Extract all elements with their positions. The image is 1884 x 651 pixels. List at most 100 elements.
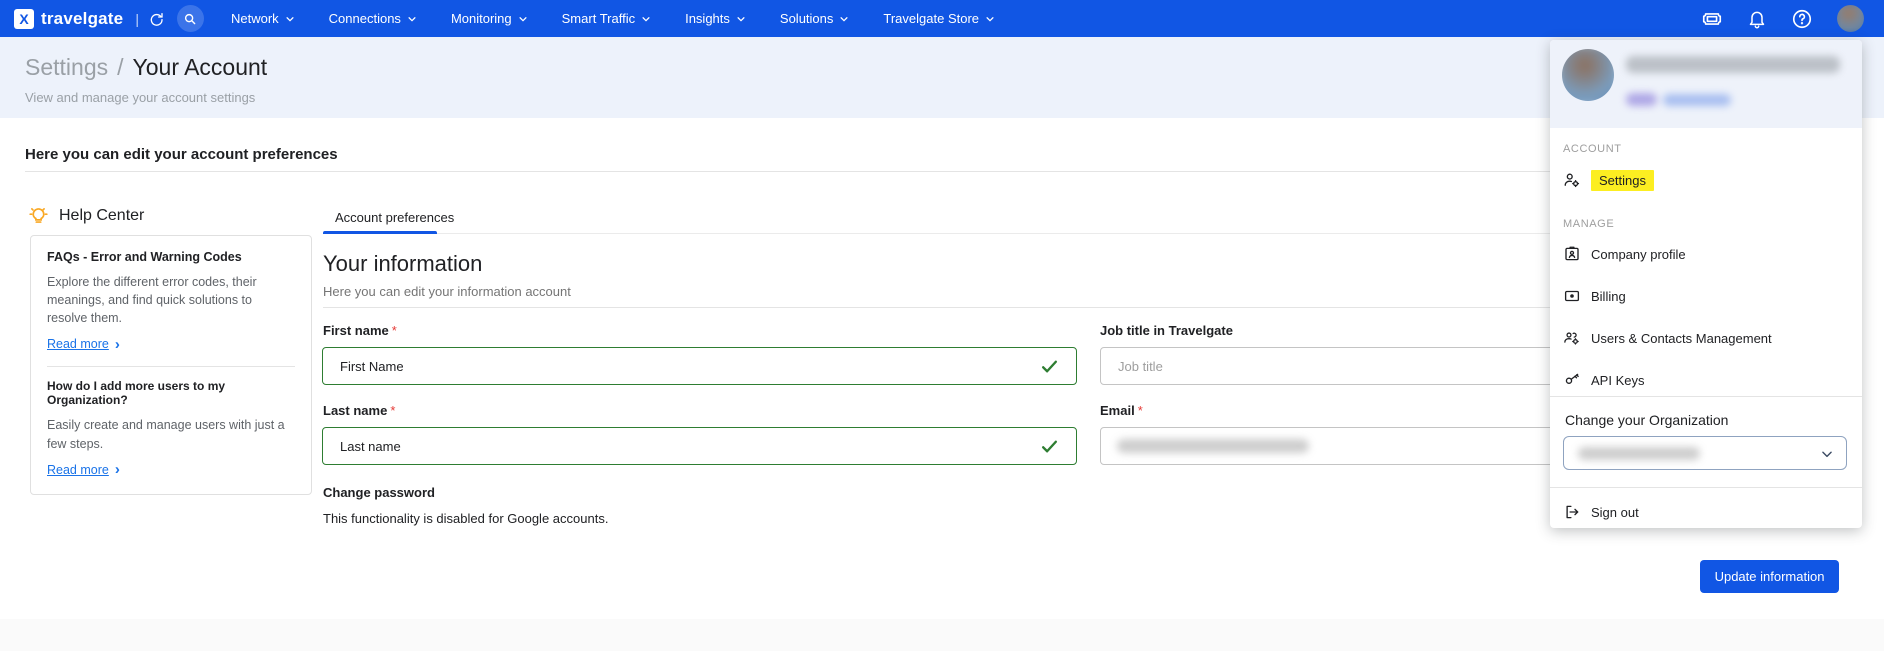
avatar-blurred-image	[1562, 49, 1614, 101]
read-more-label: Read more	[47, 462, 109, 477]
change-organization-label: Change your Organization	[1565, 412, 1729, 428]
travelgate-logo-icon: X	[14, 8, 34, 29]
help-article: How do I add more users to my Organizati…	[47, 379, 295, 478]
divider	[47, 366, 295, 368]
nav-item-smart-traffic[interactable]: Smart Traffic	[545, 0, 668, 37]
chevron-down-icon	[840, 16, 848, 22]
chevron-down-icon	[408, 16, 416, 22]
help-center-panel: FAQs - Error and Warning Codes Explore t…	[30, 235, 312, 495]
brand-separator: |	[135, 10, 139, 27]
nav-item-monitoring[interactable]: Monitoring	[434, 0, 545, 37]
brand-name: travelgate	[41, 8, 124, 28]
nav-item-label: Network	[230, 11, 279, 26]
travelgate-logo[interactable]: X travelgate |	[14, 8, 164, 29]
help-center-label: Help Center	[59, 206, 145, 224]
account-panel-header	[1550, 40, 1862, 128]
chevron-down-icon	[737, 16, 745, 22]
nav-item-label: Smart Traffic	[561, 11, 636, 26]
avatar	[1562, 49, 1614, 101]
read-more-label: Read more	[47, 337, 109, 352]
help-article-title: FAQs - Error and Warning Codes	[47, 250, 242, 264]
active-tab-indicator	[323, 231, 437, 234]
ticket-button[interactable]	[1701, 8, 1723, 30]
read-more-link[interactable]: Read more ›	[47, 337, 120, 352]
top-nav: X travelgate | Network Connections Monit…	[0, 0, 1884, 37]
nav-item-network[interactable]: Network	[214, 0, 312, 37]
user-avatar[interactable]	[1837, 5, 1864, 32]
divider	[1550, 396, 1862, 397]
ticket-icon	[1702, 12, 1722, 25]
menu-item-label: Users & Contacts Management	[1591, 330, 1772, 346]
first-name-label: First name *	[323, 323, 397, 338]
nav-item-connections[interactable]: Connections	[312, 0, 434, 37]
change-password-label: Change password	[323, 485, 435, 500]
breadcrumb-separator: /	[117, 54, 124, 80]
api-key-icon	[1563, 371, 1581, 389]
last-name-field[interactable]	[322, 427, 1077, 465]
menu-item-label: Company profile	[1591, 246, 1686, 262]
change-password-note: This functionality is disabled for Googl…	[323, 511, 609, 526]
menu-item-sign-out[interactable]: Sign out	[1563, 498, 1639, 526]
last-name-label: Last name *	[323, 403, 396, 418]
lightbulb-icon	[29, 208, 48, 223]
nav-right-actions	[1701, 5, 1870, 32]
update-information-button[interactable]: Update information	[1700, 560, 1839, 593]
app-root: X travelgate | Network Connections Monit…	[0, 0, 1884, 651]
user-link-redacted[interactable]	[1663, 94, 1731, 106]
help-article-title: How do I add more users to my Organizati…	[47, 379, 226, 408]
company-profile-icon	[1563, 245, 1581, 263]
settings-person-icon	[1563, 171, 1581, 189]
page-title: Your Account	[132, 54, 268, 80]
search-button[interactable]	[176, 5, 204, 32]
chevron-down-icon	[1822, 451, 1832, 458]
account-dropdown-panel: ACCOUNT Settings MANAGE Company profile …	[1550, 40, 1862, 528]
first-name-field[interactable]	[322, 347, 1077, 385]
notifications-button[interactable]	[1747, 9, 1767, 29]
menu-item-label: Sign out	[1591, 504, 1639, 520]
email-label: Email *	[1100, 403, 1143, 418]
breadcrumb: Settings / Your Account	[25, 54, 267, 81]
nav-item-solutions[interactable]: Solutions	[763, 0, 866, 37]
nav-item-label: Solutions	[779, 11, 834, 26]
sign-out-icon	[1563, 503, 1581, 521]
breadcrumb-settings[interactable]: Settings	[25, 54, 108, 81]
help-center-title: Help Center	[28, 205, 144, 226]
menu-item-company-profile[interactable]: Company profile	[1563, 240, 1686, 268]
chevron-down-icon	[642, 16, 650, 22]
form-title: Your information	[323, 251, 483, 276]
chevron-right-icon: ›	[114, 335, 120, 353]
section-label-manage: MANAGE	[1563, 218, 1615, 230]
bell-icon	[1749, 11, 1765, 28]
travelgate-connect-icon	[148, 11, 164, 27]
billing-icon	[1563, 287, 1581, 305]
menu-item-users-contacts[interactable]: Users & Contacts Management	[1563, 324, 1772, 352]
nav-item-label: Monitoring	[450, 11, 512, 26]
help-button[interactable]	[1791, 8, 1813, 30]
read-more-link[interactable]: Read more ›	[47, 462, 120, 477]
organization-value-redacted	[1578, 447, 1700, 460]
avatar-blurred-image	[1837, 5, 1864, 32]
menu-item-label: API Keys	[1591, 372, 1645, 388]
help-article-body: Explore the different error codes, their…	[47, 275, 257, 326]
nav-item-insights[interactable]: Insights	[668, 0, 763, 37]
menu-item-api-keys[interactable]: API Keys	[1563, 366, 1644, 394]
tab-account-preferences[interactable]: Account preferences	[323, 206, 466, 225]
email-redacted-value	[1117, 439, 1309, 453]
footer-band	[0, 619, 1884, 651]
menu-item-label: Settings	[1591, 169, 1654, 191]
job-title-label: Job title in Travelgate	[1100, 323, 1233, 338]
chevron-down-icon	[286, 16, 294, 22]
nav-item-travelgate-store[interactable]: Travelgate Store	[866, 0, 1012, 37]
menu-item-label: Billing	[1591, 288, 1626, 304]
nav-item-label: Insights	[685, 11, 730, 26]
section-heading: Here you can edit your account preferenc…	[25, 146, 338, 163]
menu-item-settings[interactable]: Settings	[1563, 166, 1654, 194]
chevron-right-icon: ›	[114, 461, 120, 479]
divider	[1550, 487, 1862, 488]
search-icon	[183, 12, 197, 26]
chevron-down-icon	[986, 16, 994, 22]
help-icon	[1792, 9, 1812, 28]
chevron-down-icon	[519, 16, 527, 22]
menu-item-billing[interactable]: Billing	[1563, 282, 1626, 310]
organization-select[interactable]	[1563, 436, 1847, 470]
